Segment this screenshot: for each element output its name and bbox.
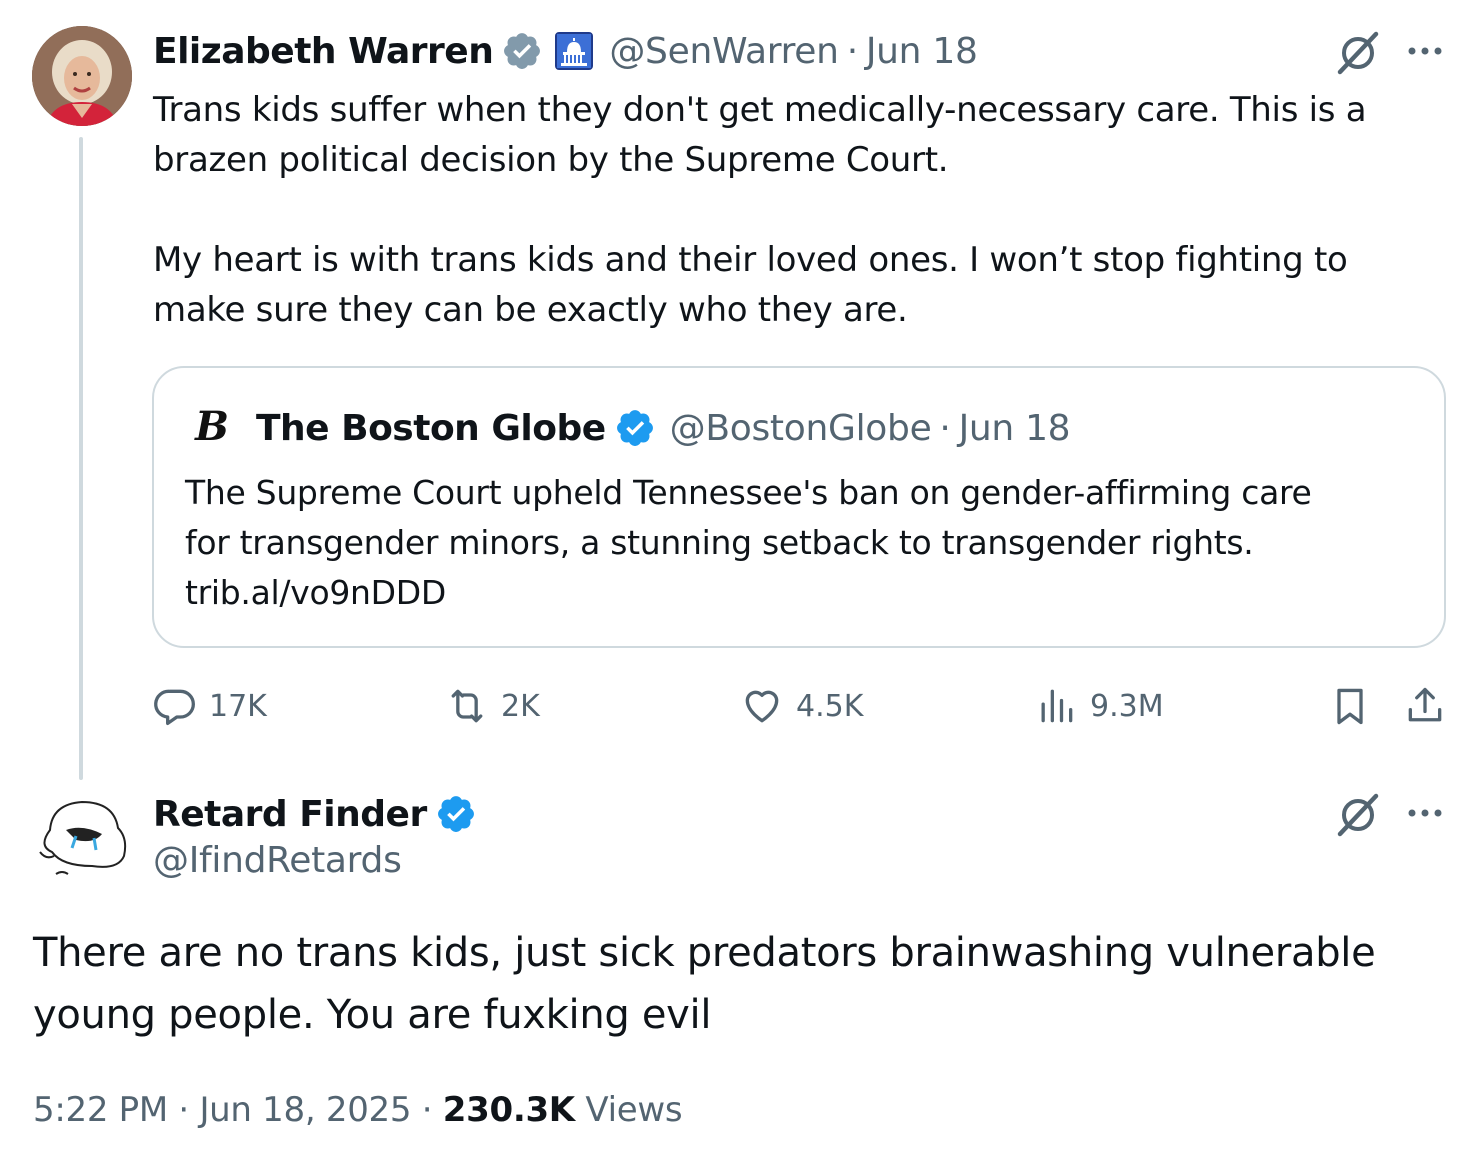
grok-icon[interactable] [1334,790,1382,842]
reply-count: 17K [209,688,267,724]
repost-count: 2K [501,688,540,724]
author-handle[interactable]: @SenWarren [609,31,839,72]
tweet-header: Elizabeth Warren @SenWarren · Jun 18 [153,26,978,76]
reply-header: Retard Finder [153,789,477,839]
quote-author-handle[interactable]: @BostonGlobe [670,408,932,449]
tweet-text-line: make sure they can be exactly who they a… [153,290,908,330]
quote-date[interactable]: Jun 18 [959,408,1071,449]
quote-text-line: for transgender minors, a stunning setba… [185,523,1254,562]
reply-metadata: 5:22 PM · Jun 18, 2025 · 230.3K Views [33,1090,683,1130]
boston-globe-logo: B [195,402,229,450]
reply-views-label: Views [585,1090,683,1130]
views-icon [1041,689,1073,723]
reply-views-count: 230.3K [442,1090,575,1130]
share-icon[interactable] [1403,684,1447,732]
reply-date[interactable]: Jun 18, 2025 [199,1090,411,1130]
like-icon [745,690,779,723]
avatar[interactable] [32,790,132,890]
verified-badge-icon [435,793,477,835]
quote-link[interactable]: trib.al/vo9nDDD [185,568,446,618]
tweet-text-line: My heart is with trans kids and their lo… [153,240,1348,280]
like-button[interactable]: 4.5K [740,684,863,728]
separator: · [846,30,858,72]
repost-button[interactable]: 2K [445,684,540,728]
quote-author-name[interactable]: The Boston Globe [256,408,606,449]
grok-icon[interactable] [1334,28,1382,80]
reply-author-name[interactable]: Retard Finder [153,794,427,835]
separator: · [939,407,951,449]
verified-badge-icon [501,30,543,72]
bookmark-icon[interactable] [1328,684,1372,732]
quote-text-line: The Supreme Court upheld Tennessee's ban… [185,473,1312,512]
verified-badge-icon [614,407,656,449]
author-name[interactable]: Elizabeth Warren [153,31,494,72]
reply-text-line: There are no trans kids, just sick preda… [33,930,1376,976]
tweet-text-line: Trans kids suffer when they don't get me… [153,90,1367,130]
more-icon[interactable] [1404,36,1446,70]
reply-author-handle[interactable]: @IfindRetards [153,840,402,881]
reply-icon [154,689,195,726]
reply-time[interactable]: 5:22 PM [33,1090,168,1130]
reply-text-line: young people. You are fuxking evil [33,992,712,1038]
tweet-date[interactable]: Jun 18 [866,31,978,72]
repost-icon [451,689,483,723]
capitol-icon [555,32,594,70]
avatar[interactable] [32,26,132,126]
like-count: 4.5K [796,688,864,724]
reply-button[interactable]: 17K [153,684,267,728]
tweet-text-line: brazen political decision by the Supreme… [153,140,949,180]
more-icon[interactable] [1404,798,1446,832]
thread-line [79,137,83,780]
views-button[interactable]: 9.3M [1034,684,1164,728]
quote-header: The Boston Globe @BostonGlobe · Jun 18 [256,403,1071,453]
views-count: 9.3M [1090,688,1164,724]
